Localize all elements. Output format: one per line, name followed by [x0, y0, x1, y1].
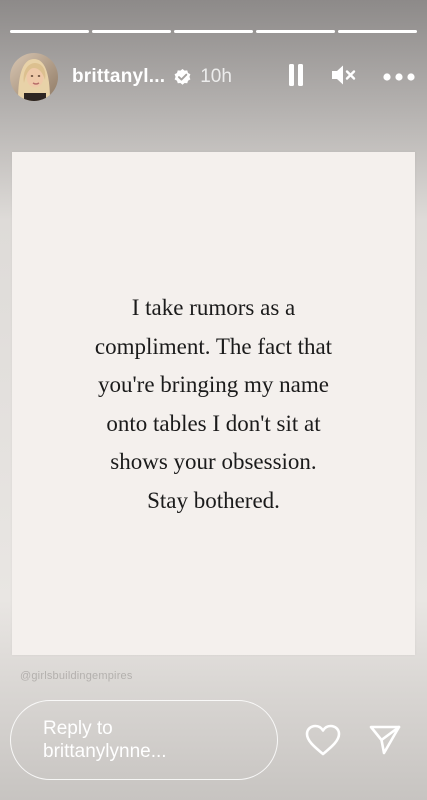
progress-segment — [338, 30, 417, 33]
progress-segment — [174, 30, 253, 33]
avatar[interactable] — [10, 53, 58, 101]
story-time-ago: 10h — [200, 66, 232, 87]
share-button[interactable] — [365, 722, 405, 762]
story-header: brittanyl... 10h — [10, 52, 415, 102]
pause-icon — [287, 63, 305, 91]
verified-badge-icon — [173, 68, 192, 87]
mute-button[interactable] — [331, 64, 357, 91]
watermark: @girlsbuildingempires — [20, 670, 133, 682]
progress-segment — [92, 30, 171, 33]
more-options-button[interactable] — [383, 68, 415, 86]
story-controls — [287, 63, 415, 91]
progress-segment — [256, 30, 335, 33]
like-button[interactable] — [303, 722, 343, 762]
heart-icon — [305, 724, 341, 761]
quote-text: I take rumors as a compliment. The fact … — [94, 295, 333, 513]
story-post-card: I take rumors as a compliment. The fact … — [12, 152, 415, 655]
send-icon — [368, 724, 402, 761]
more-horizontal-icon — [383, 68, 415, 86]
story-progress-bar — [10, 30, 417, 33]
pause-button[interactable] — [287, 63, 305, 91]
speaker-muted-icon — [331, 64, 357, 91]
reply-input[interactable]: Reply to brittanylynne... — [10, 700, 278, 780]
story-username[interactable]: brittanyl... — [72, 66, 165, 88]
progress-segment — [10, 30, 89, 33]
